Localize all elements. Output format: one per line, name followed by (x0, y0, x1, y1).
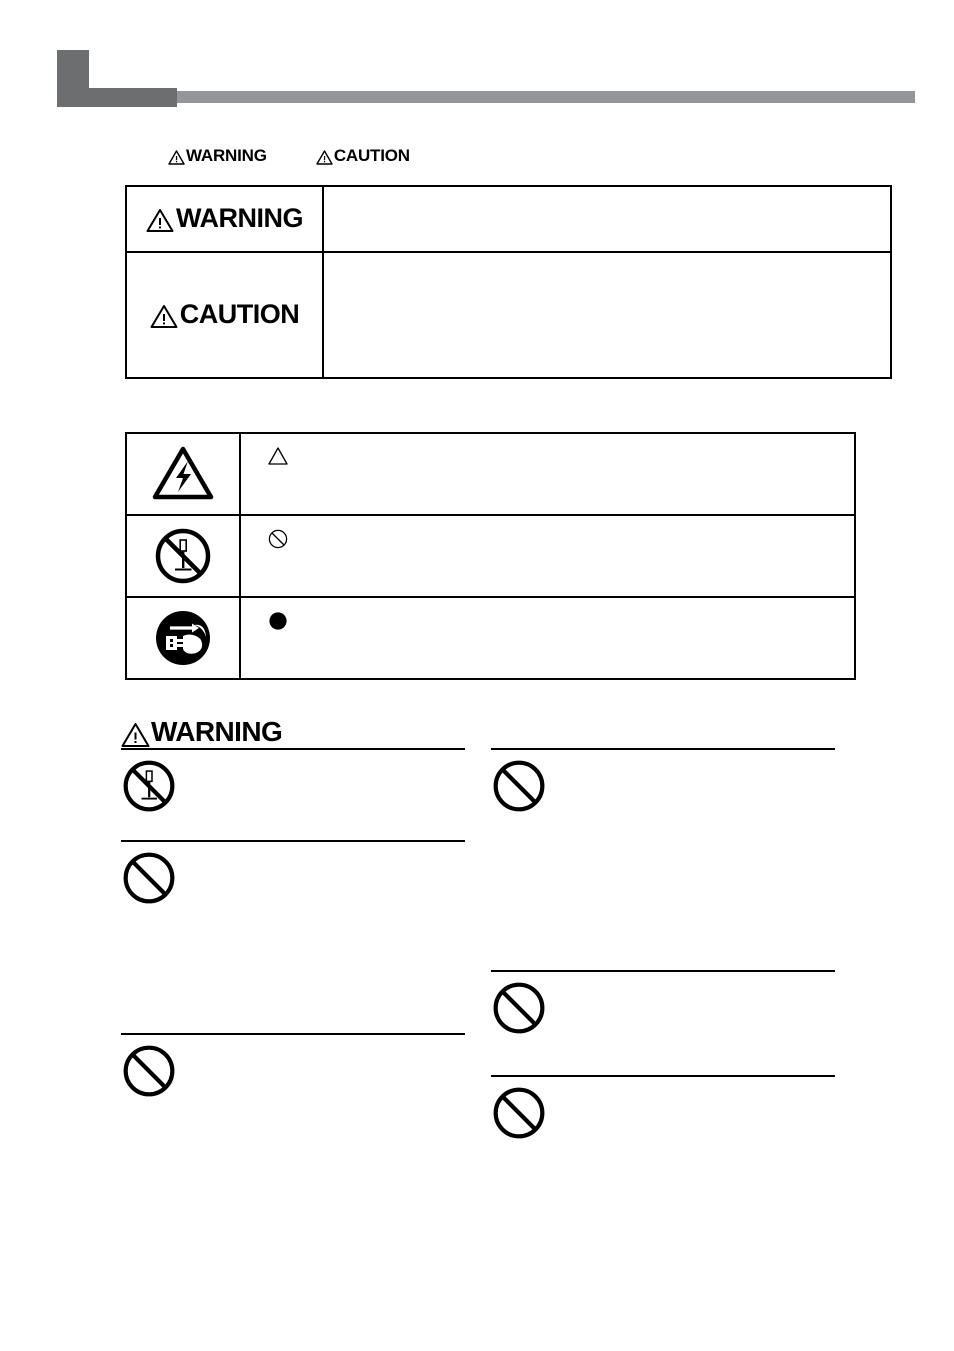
table-row (125, 596, 856, 680)
warning-triangle-icon (168, 147, 185, 167)
table-row: CAUTION (125, 251, 892, 379)
legend-caution-term: CAUTION (316, 146, 410, 167)
prohibition-circle-icon (121, 850, 177, 906)
electric-shock-triangle-icon (152, 446, 214, 502)
legend-warning-term: WARNING (168, 146, 267, 167)
warning-triangle-icon (146, 204, 174, 235)
prohibition-circle-icon (491, 758, 547, 814)
no-disassembly-screwdriver-icon (153, 526, 213, 586)
definition-caution-text: CAUTION (179, 299, 300, 329)
definition-caution-term: CAUTION (150, 299, 300, 331)
definition-warning-term: WARNING (146, 203, 304, 235)
prohibition-circle-icon (121, 1043, 177, 1099)
safety-symbol-meaning-table (125, 432, 856, 680)
symbol-cell-no-disassembly (125, 514, 241, 598)
prohibition-circle-icon (491, 980, 547, 1036)
symbol-meaning-cell-no-disassembly (239, 514, 856, 598)
table-row (125, 432, 856, 516)
warning-triangle-icon (150, 300, 178, 331)
warning-section-heading-label: WARNING (151, 716, 283, 747)
warning-section-heading: WARNING (121, 716, 283, 749)
legend-warning-label: WARNING (186, 146, 267, 165)
definition-warning-description-cell (322, 185, 892, 253)
definition-caution-label-cell: CAUTION (125, 251, 324, 379)
definition-caution-description-cell (322, 251, 892, 379)
warning-item-right-1 (491, 748, 835, 814)
term-legend: WARNING CAUTION (168, 146, 410, 167)
table-row (125, 514, 856, 598)
header-rule-bar (177, 91, 915, 103)
warning-triangle-icon (121, 717, 150, 749)
legend-caution-label: CAUTION (333, 146, 410, 165)
symbol-cell-unplug (125, 596, 241, 680)
safety-term-definition-table: WARNING CAUTION (125, 185, 892, 379)
page-header-decoration (0, 0, 954, 120)
definition-caution-description (324, 309, 890, 321)
warning-item-right-3 (491, 1075, 835, 1141)
warning-item-left-3 (121, 1033, 465, 1099)
table-row: WARNING (125, 185, 892, 253)
symbol-meaning-cell-electric-shock (239, 432, 856, 516)
prohibition-circle-icon (491, 1085, 547, 1141)
outline-triangle-mark (267, 446, 289, 468)
corner-block-decoration-horizontal (57, 88, 177, 107)
definition-warning-description (324, 213, 890, 225)
symbol-cell-electric-shock (125, 432, 241, 516)
warning-item-left-1 (121, 748, 465, 814)
warning-item-right-2 (491, 970, 835, 1036)
prohibition-circle-mark (267, 528, 289, 550)
unplug-power-cord-icon (154, 609, 212, 667)
symbol-meaning-cell-unplug (239, 596, 856, 680)
warning-item-left-2 (121, 840, 465, 906)
no-disassembly-screwdriver-icon (121, 758, 177, 814)
filled-circle-mark (267, 610, 289, 632)
definition-warning-label-cell: WARNING (125, 185, 324, 253)
definition-warning-text: WARNING (176, 203, 304, 233)
warning-triangle-icon (316, 147, 333, 167)
